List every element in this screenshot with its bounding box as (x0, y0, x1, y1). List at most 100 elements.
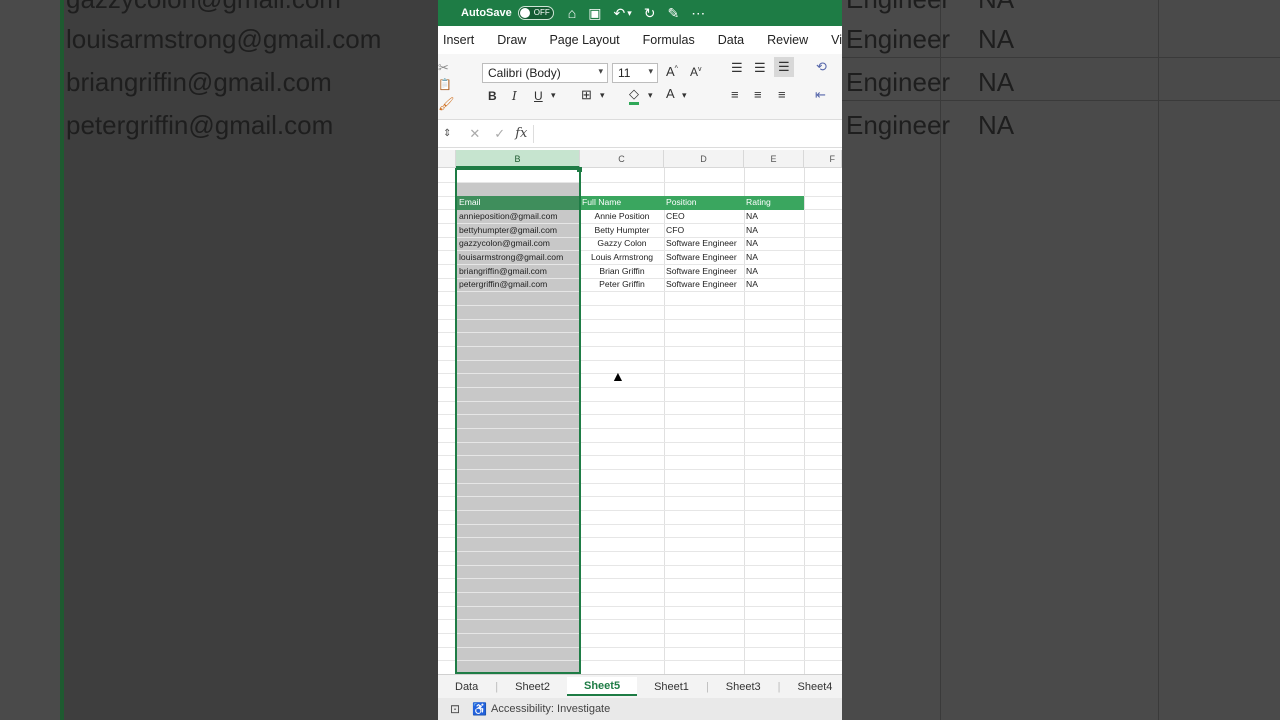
background-gridline (1158, 0, 1159, 720)
redo-icon[interactable]: ↻ (644, 5, 656, 22)
accessibility-status[interactable]: Accessibility: Investigate (491, 703, 610, 715)
formula-bar: ⇕ ✕ ✓ fx (438, 120, 842, 148)
sheet-view-icon[interactable]: ⊡ (450, 702, 460, 716)
cell-position[interactable]: CEO (664, 210, 744, 224)
cell-full-name[interactable]: Gazzy Colon (580, 237, 664, 251)
status-bar: ⊡ ♿ Accessibility: Investigate (438, 698, 842, 720)
header-rating[interactable]: Rating (744, 196, 804, 210)
cut-icon[interactable]: ✂ (438, 60, 449, 76)
chevron-down-icon[interactable]: ▾ (551, 90, 556, 101)
sheet-tab-sheet3[interactable]: Sheet3 (709, 681, 778, 693)
cell-full-name[interactable]: Louis Armstrong (580, 251, 664, 265)
undo-dropdown-icon[interactable]: ▾ (627, 8, 632, 19)
chevron-down-icon: ▾ (598, 66, 603, 76)
chevron-down-icon[interactable]: ▾ (648, 90, 653, 101)
accessibility-icon[interactable]: ♿ (472, 702, 487, 716)
mouse-cursor-icon: ▲ (611, 368, 625, 384)
background-position: Engineer (846, 0, 950, 15)
orientation-icon[interactable]: ⟲ (816, 59, 827, 75)
align-left-icon[interactable]: ≡ (731, 87, 739, 102)
align-bottom-icon[interactable]: ☰ (774, 57, 794, 77)
background-column (64, 0, 438, 720)
background-position: Engineer (846, 110, 951, 140)
corner-header[interactable] (438, 150, 456, 168)
undo-icon[interactable]: ↶ (613, 5, 625, 22)
chevron-down-icon[interactable]: ▾ (682, 90, 687, 101)
cell-full-name[interactable]: Betty Humpter (580, 224, 664, 238)
tab-insert[interactable]: Insert (443, 33, 474, 47)
cell-rating[interactable]: NA (744, 278, 804, 292)
background-email: gazzycolon@gmail.com (66, 0, 341, 15)
sheet-tab-sheet5[interactable]: Sheet5 (566, 677, 638, 696)
paste-icon[interactable]: 📋 (438, 78, 452, 91)
cell-position[interactable]: Software Engineer (664, 278, 744, 292)
cell-position[interactable]: CFO (664, 224, 744, 238)
cell-full-name[interactable]: Peter Griffin (580, 278, 664, 292)
tab-review[interactable]: Review (767, 33, 808, 47)
column-header-b[interactable]: B (456, 150, 580, 168)
cancel-icon[interactable]: ✕ (469, 126, 480, 142)
cell-rating[interactable]: NA (744, 224, 804, 238)
fill-handle[interactable] (577, 167, 582, 172)
save-icon[interactable]: ▣ (588, 5, 601, 22)
background-email: briangriffin@gmail.com (66, 67, 332, 97)
spreadsheet-grid[interactable]: B C D E F Email Full Name Position Ratin… (438, 150, 842, 674)
excel-window: AutoSave OFF ⌂ ▣ ↶ ▾ ↻ ✎ ⋯ Insert Draw P… (438, 0, 842, 720)
header-full-name[interactable]: Full Name (580, 196, 664, 210)
align-right-icon[interactable]: ≡ (778, 87, 786, 102)
cell-rating[interactable]: NA (744, 251, 804, 265)
underline-button[interactable]: U (534, 89, 543, 103)
chevron-down-icon[interactable]: ▾ (600, 90, 605, 101)
background-email: louisarmstrong@gmail.com (66, 24, 382, 54)
chevron-down-icon: ▾ (648, 66, 653, 76)
column-header-f[interactable]: F (804, 150, 842, 168)
column-header-d[interactable]: D (664, 150, 744, 168)
cell-position[interactable]: Software Engineer (664, 265, 744, 279)
cell-full-name[interactable]: Annie Position (580, 210, 664, 224)
cell-position[interactable]: Software Engineer (664, 237, 744, 251)
italic-button[interactable]: I (512, 89, 517, 103)
indent-icon[interactable]: ⇤ (815, 87, 826, 103)
sheet-tab-sheet2[interactable]: Sheet2 (498, 681, 567, 693)
fx-icon[interactable]: fx (515, 126, 527, 141)
background-rating: NA (978, 67, 1015, 97)
tab-page-layout[interactable]: Page Layout (549, 33, 619, 47)
toggle-knob (519, 8, 530, 18)
increase-font-icon[interactable]: A^ (666, 64, 678, 79)
tab-draw[interactable]: Draw (497, 33, 526, 47)
namebox-stepper[interactable]: ⇕ (443, 128, 451, 139)
cell-rating[interactable]: NA (744, 210, 804, 224)
background-gridline (842, 57, 1280, 58)
sheet-tab-sheet1[interactable]: Sheet1 (637, 681, 706, 693)
cell-rating[interactable]: NA (744, 265, 804, 279)
column-header-c[interactable]: C (580, 150, 664, 168)
enter-icon[interactable]: ✓ (494, 126, 505, 142)
align-middle-icon[interactable]: ☰ (754, 60, 766, 76)
more-icon[interactable]: ⋯ (691, 5, 705, 22)
cell-rating[interactable]: NA (744, 237, 804, 251)
cell-full-name[interactable]: Brian Griffin (580, 265, 664, 279)
tab-formulas[interactable]: Formulas (643, 33, 695, 47)
borders-icon[interactable]: ⊞ (581, 87, 592, 103)
bold-button[interactable]: B (488, 89, 497, 103)
column-header-e[interactable]: E (744, 150, 804, 168)
font-name-select[interactable]: Calibri (Body) ▾ (482, 63, 608, 83)
tab-view[interactable]: Vie (831, 33, 842, 47)
header-position[interactable]: Position (664, 196, 744, 210)
cell-position[interactable]: Software Engineer (664, 251, 744, 265)
align-top-icon[interactable]: ☰ (731, 60, 743, 76)
format-painter-icon[interactable]: 🖌 (438, 96, 455, 112)
edit-icon[interactable]: ✎ (667, 5, 679, 22)
font-color-icon[interactable]: A (666, 86, 675, 101)
home-icon[interactable]: ⌂ (568, 5, 576, 21)
font-size-select[interactable]: 11 ▾ (612, 63, 658, 83)
align-center-icon[interactable]: ≡ (754, 87, 762, 102)
column-selection-outline (455, 168, 581, 674)
fill-color-icon[interactable]: ◇ (629, 86, 639, 105)
sheet-tab-sheet4[interactable]: Sheet4 (781, 681, 842, 693)
decrease-font-icon[interactable]: Av (690, 65, 702, 79)
autosave-toggle[interactable]: OFF (517, 6, 554, 20)
sheet-tab-data[interactable]: Data (438, 681, 495, 693)
tab-data[interactable]: Data (718, 33, 744, 47)
sheet-tabs: Data | Sheet2 Sheet5 Sheet1 | Sheet3 | S… (438, 674, 842, 698)
